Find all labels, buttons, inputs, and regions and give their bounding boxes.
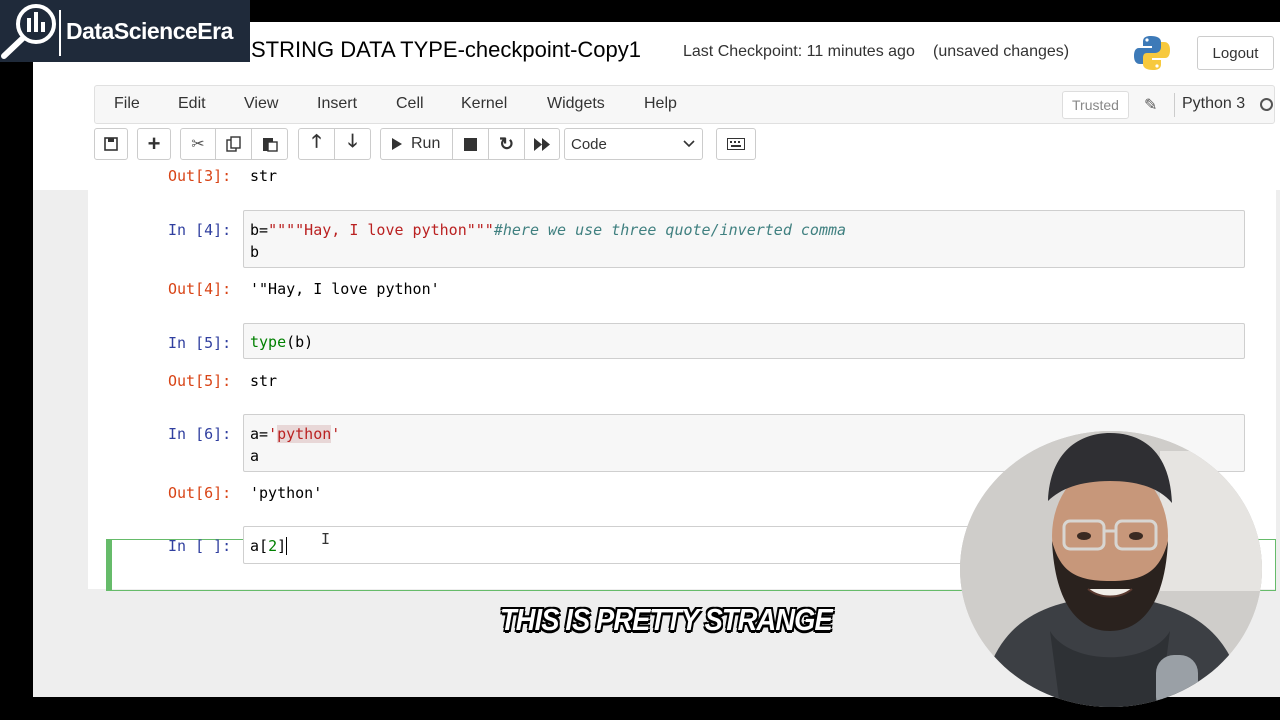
brand-logo-icon [0,0,66,62]
menu-kernel[interactable]: Kernel [461,95,507,113]
move-up-button[interactable]: 🡑 [298,128,335,160]
restart-run-all-button[interactable] [524,128,560,160]
code-cell-input[interactable]: type(b) [243,323,1245,359]
save-icon [104,137,118,151]
code-cell-input[interactable]: b=""""Hay, I love python"""#here we use … [243,210,1245,268]
copy-icon [225,136,242,152]
input-prompt: In [5]: [168,334,232,352]
logout-button[interactable]: Logout [1197,36,1274,70]
keyboard-icon [727,138,745,150]
code-line: b=""""Hay, I love python"""#here we use … [250,221,847,239]
output-text: 'python' [250,484,323,502]
add-cell-button[interactable]: + [137,128,171,160]
restart-icon: ↻ [498,133,515,154]
restart-button[interactable]: ↻ [488,128,525,160]
interrupt-button[interactable] [452,128,489,160]
stop-icon [464,137,477,151]
menu-view[interactable]: View [244,95,278,113]
save-button[interactable] [94,128,128,160]
fast-forward-icon [534,137,550,151]
output-text: str [250,372,278,390]
add-cell-icon: + [147,131,161,156]
move-down-icon: 🡓 [347,131,358,151]
presenter-webcam [960,431,1262,707]
checkpoint-status: Last Checkpoint: 11 minutes ago [683,43,915,60]
cut-icon: ✂ [191,136,205,153]
run-button[interactable]: Run [380,128,453,160]
paste-icon [262,136,278,152]
notebook-title[interactable]: STRING DATA TYPE-checkpoint-Copy1 [251,37,641,63]
output-prompt: Out[5]: [168,372,232,390]
python-logo-icon [1133,34,1171,72]
menu-bar: File Edit View Insert Cell Kernel Widget… [94,85,1275,124]
kernel-separator [1174,93,1175,117]
trusted-badge[interactable]: Trusted [1062,91,1129,119]
copy-button[interactable] [215,128,252,160]
output-prompt: Out[6]: [168,484,232,502]
move-up-icon: 🡑 [311,131,322,151]
chevron-down-icon [682,136,696,150]
text-cursor [286,537,288,555]
unsaved-status: (unsaved changes) [933,43,1070,60]
run-icon [391,137,403,151]
cell-type-value: Code [571,136,607,153]
run-label: Run [411,135,441,152]
command-palette-button[interactable] [716,128,756,160]
code-line: type(b) [250,333,314,351]
kernel-name: Python 3 [1182,95,1246,112]
move-down-button[interactable]: 🡓 [334,128,371,160]
input-prompt: In [4]: [168,221,232,239]
cell-type-select[interactable]: Code [564,128,703,160]
input-prompt: In [ ]: [168,537,232,555]
input-prompt: In [6]: [168,425,232,443]
menu-widgets[interactable]: Widgets [547,95,605,113]
menu-help[interactable]: Help [644,95,677,113]
cut-button[interactable]: ✂ [180,128,216,160]
code-line: b [250,243,260,261]
brand-watermark: DataScienceEra [0,0,250,62]
kernel-idle-indicator-icon [1260,98,1273,111]
video-caption: THIS IS PRETTY STRANGE [500,602,833,637]
mouse-ibeam-cursor-icon: I [321,530,331,548]
output-prompt: Out[4]: [168,280,232,298]
menu-cell[interactable]: Cell [396,95,424,113]
edit-pencil-icon[interactable]: ✎ [1144,95,1157,115]
output-text: str [250,167,278,185]
menu-edit[interactable]: Edit [178,95,206,113]
output-text: '"Hay, I love python' [250,280,440,298]
paste-button[interactable] [251,128,288,160]
menu-file[interactable]: File [114,95,140,113]
menu-insert[interactable]: Insert [317,95,357,113]
output-prompt: Out[3]: [168,167,232,185]
brand-name: DataScienceEra [66,17,233,44]
